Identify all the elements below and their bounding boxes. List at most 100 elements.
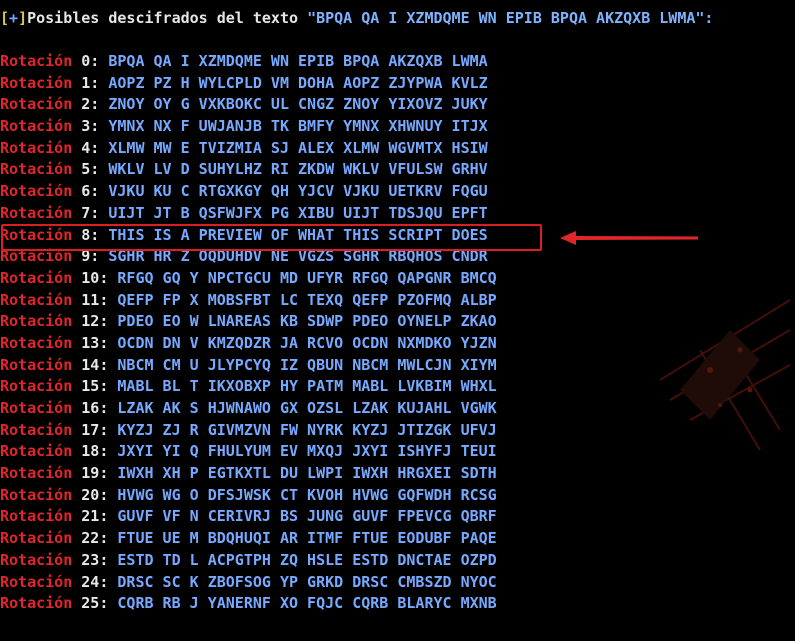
rotation-row: Rotación 21: GUVF VF N CERIVRJ BS JUNG G… bbox=[0, 506, 497, 528]
rotation-row: Rotación 24: DRSC SC K ZBOFSOG YP GRKD D… bbox=[0, 572, 497, 594]
rotation-row: Rotación 1: AOPZ PZ H WYLCPLD VM DOHA AO… bbox=[0, 73, 497, 95]
rotation-row: Rotación 16: LZAK AK S HJWNAWO GX OZSL L… bbox=[0, 398, 497, 420]
rotation-label: Rotación bbox=[0, 73, 73, 92]
rotation-text: KYZJ ZJ R GIVMZVN FW NYRK KYZJ JTIZGK UF… bbox=[117, 420, 497, 439]
rotation-number: 6: bbox=[81, 182, 100, 201]
rotation-text: VJKU KU C RTGXKGY QH YJCV VJKU UETKRV FQ… bbox=[108, 182, 488, 201]
header-prefix: Posibles descifrados del texto bbox=[27, 9, 308, 27]
rotation-text: WKLV LV D SUHYLHZ RI ZKDW WKLV VFULSW GR… bbox=[108, 160, 488, 179]
rotation-label: Rotación bbox=[0, 117, 73, 136]
rotation-label: Rotación bbox=[0, 572, 73, 591]
rotation-text: ZNOY OY G VXKBOKC UL CNGZ ZNOY YIXOVZ JU… bbox=[108, 95, 488, 114]
rotation-row: Rotación 10: RFGQ GQ Y NPCTGCU MD UFYR R… bbox=[0, 268, 497, 290]
rotation-number: 12: bbox=[81, 312, 109, 331]
rotation-row: Rotación 4: XLMW MW E TVIZMIA SJ ALEX XL… bbox=[0, 138, 497, 160]
rotation-text: OCDN DN V KMZQDZR JA RCVO OCDN NXMDKO YJ… bbox=[117, 333, 497, 352]
rotation-number: 5: bbox=[81, 160, 100, 179]
rotation-number: 11: bbox=[81, 290, 109, 309]
rotation-label: Rotación bbox=[0, 442, 73, 461]
rotation-label: Rotación bbox=[0, 377, 73, 396]
rotation-number: 23: bbox=[81, 550, 109, 569]
rotation-number: 7: bbox=[81, 203, 100, 222]
header-ciphertext: "BPQA QA I XZMDQME WN EPIB BPQA AKZQXB L… bbox=[307, 9, 714, 27]
rotation-text: NBCM CM U JLYPCYQ IZ QBUN NBCM MWLCJN XI… bbox=[117, 355, 497, 374]
rotation-text: PDEO EO W LNAREAS KB SDWP PDEO OYNELP ZK… bbox=[117, 312, 497, 331]
rotation-number: 18: bbox=[81, 442, 109, 461]
rotation-number: 22: bbox=[81, 529, 109, 548]
rotation-text: XLMW MW E TVIZMIA SJ ALEX XLMW WGVMTX HS… bbox=[108, 138, 488, 157]
rotation-number: 19: bbox=[81, 464, 109, 483]
plus-marker: + bbox=[9, 9, 19, 27]
rotation-number: 17: bbox=[81, 420, 109, 439]
rotation-label: Rotación bbox=[0, 290, 73, 309]
rotation-row: Rotación 19: IWXH XH P EGTKXTL DU LWPI I… bbox=[0, 463, 497, 485]
rotation-number: 14: bbox=[81, 355, 109, 374]
rotation-text: IWXH XH P EGTKXTL DU LWPI IWXH HRGXEI SD… bbox=[117, 464, 497, 483]
rotation-row: Rotación 17: KYZJ ZJ R GIVMZVN FW NYRK K… bbox=[0, 420, 497, 442]
rotation-label: Rotación bbox=[0, 268, 73, 287]
rotation-text: HVWG WG O DFSJWSK CT KVOH HVWG GQFWDH RC… bbox=[117, 485, 497, 504]
terminal-window[interactable]: [+]Posibles descifrados del texto "BPQA … bbox=[0, 0, 795, 641]
rotation-text: MABL BL T IKXOBXP HY PATM MABL LVKBIM WH… bbox=[117, 377, 497, 396]
rotation-label: Rotación bbox=[0, 182, 73, 201]
rotation-text: BPQA QA I XZMDQME WN EPIB BPQA AKZQXB LW… bbox=[108, 52, 488, 70]
rotation-list: Rotación 0: BPQA QA I XZMDQME WN EPIB BP… bbox=[0, 51, 497, 615]
rotation-row: Rotación 20: HVWG WG O DFSJWSK CT KVOH H… bbox=[0, 485, 497, 507]
rotation-label: Rotación bbox=[0, 507, 73, 526]
rotation-label: Rotación bbox=[0, 420, 73, 439]
rotation-label: Rotación bbox=[0, 52, 73, 70]
rotation-text: YMNX NX F UWJANJB TK BMFY YMNX XHWNUY IT… bbox=[108, 117, 488, 136]
rotation-number: 24: bbox=[81, 572, 109, 591]
rotation-number: 2: bbox=[81, 95, 100, 114]
rotation-label: Rotación bbox=[0, 550, 73, 569]
rotation-number: 0: bbox=[81, 52, 100, 70]
rotation-row: Rotación 5: WKLV LV D SUHYLHZ RI ZKDW WK… bbox=[0, 159, 497, 181]
rotation-number: 10: bbox=[81, 268, 109, 287]
rotation-row: Rotación 0: BPQA QA I XZMDQME WN EPIB BP… bbox=[0, 51, 497, 73]
rotation-number: 1: bbox=[81, 73, 100, 92]
rotation-number: 13: bbox=[81, 333, 109, 352]
rotation-label: Rotación bbox=[0, 529, 73, 548]
rotation-label: Rotación bbox=[0, 160, 73, 179]
rotation-number: 25: bbox=[81, 594, 109, 613]
rotation-text: UIJT JT B QSFWJFX PG XIBU UIJT TDSJQU EP… bbox=[108, 203, 488, 222]
rotation-label: Rotación bbox=[0, 203, 73, 222]
rotation-label: Rotación bbox=[0, 95, 73, 114]
rotation-row: Rotación 25: CQRB RB J YANERNF XO FQJC C… bbox=[0, 593, 497, 615]
rotation-row: Rotación 3: YMNX NX F UWJANJB TK BMFY YM… bbox=[0, 116, 497, 138]
rotation-text: JXYI YI Q FHULYUM EV MXQJ JXYI ISHYFJ TE… bbox=[117, 442, 497, 461]
rotation-text: FTUE UE M BDQHUQI AR ITMF FTUE EODUBF PA… bbox=[117, 529, 497, 548]
rotation-row: Rotación 14: NBCM CM U JLYPCYQ IZ QBUN N… bbox=[0, 355, 497, 377]
rotation-label: Rotación bbox=[0, 355, 73, 374]
rotation-row: Rotación 23: ESTD TD L ACPGTPH ZQ HSLE E… bbox=[0, 550, 497, 572]
rotation-row: Rotación 7: UIJT JT B QSFWJFX PG XIBU UI… bbox=[0, 203, 497, 225]
arrow-left-icon bbox=[560, 231, 698, 245]
rotation-label: Rotación bbox=[0, 312, 73, 331]
rotation-text: DRSC SC K ZBOFSOG YP GRKD DRSC CMBSZD NY… bbox=[117, 572, 497, 591]
rotation-row: Rotación 18: JXYI YI Q FHULYUM EV MXQJ J… bbox=[0, 441, 497, 463]
rotation-label: Rotación bbox=[0, 485, 73, 504]
rotation-row: Rotación 6: VJKU KU C RTGXKGY QH YJCV VJ… bbox=[0, 181, 497, 203]
output-header: [+]Posibles descifrados del texto "BPQA … bbox=[0, 8, 713, 28]
rotation-text: CQRB RB J YANERNF XO FQJC CQRB BLARYC MX… bbox=[117, 594, 497, 613]
rotation-number: 4: bbox=[81, 138, 100, 157]
rotation-number: 16: bbox=[81, 399, 109, 417]
rotation-text: RFGQ GQ Y NPCTGCU MD UFYR RFGQ QAPGNR BM… bbox=[117, 268, 497, 287]
rotation-label: Rotación bbox=[0, 594, 73, 613]
rotation-text: GUVF VF N CERIVRJ BS JUNG GUVF FPEVCG QB… bbox=[117, 507, 497, 526]
rotation-text: AOPZ PZ H WYLCPLD VM DOHA AOPZ ZJYPWA KV… bbox=[108, 73, 488, 92]
rotation-row: Rotación 11: QEFP FP X MOBSFBT LC TEXQ Q… bbox=[0, 290, 497, 312]
rotation-label: Rotación bbox=[0, 399, 73, 417]
rotation-number: 21: bbox=[81, 507, 109, 526]
highlight-box bbox=[1, 224, 542, 251]
rotation-number: 3: bbox=[81, 117, 100, 136]
rotation-label: Rotación bbox=[0, 138, 73, 157]
rotation-row: Rotación 22: FTUE UE M BDQHUQI AR ITMF F… bbox=[0, 528, 497, 550]
rotation-row: Rotación 2: ZNOY OY G VXKBOKC UL CNGZ ZN… bbox=[0, 94, 497, 116]
bracket-open: [ bbox=[0, 9, 10, 27]
rotation-row: Rotación 15: MABL BL T IKXOBXP HY PATM M… bbox=[0, 376, 497, 398]
rotation-row: Rotación 13: OCDN DN V KMZQDZR JA RCVO O… bbox=[0, 333, 497, 355]
rotation-text: ESTD TD L ACPGTPH ZQ HSLE ESTD DNCTAE OZ… bbox=[117, 550, 497, 569]
rotation-number: 15: bbox=[81, 377, 109, 396]
background-decoration bbox=[659, 299, 791, 451]
